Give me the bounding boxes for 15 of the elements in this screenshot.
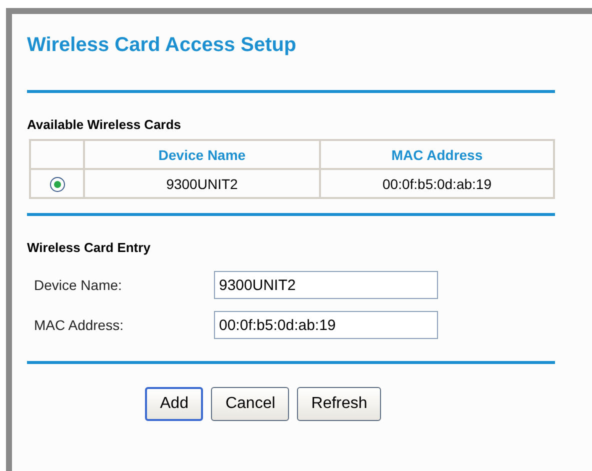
action-button[interactable]: Refresh [297, 387, 382, 421]
field-label: Device Name: [34, 277, 123, 293]
column-header: MAC Address [320, 140, 554, 169]
action-button[interactable]: Add [145, 387, 204, 421]
input-field[interactable]: 00:0f:b5:0d:ab:19 [214, 311, 438, 339]
section-heading: Available Wireless Cards [27, 117, 182, 132]
section-heading: Wireless Card Entry [27, 240, 152, 255]
table-cell: 9300UNIT2 [84, 169, 320, 198]
page-title: Wireless Card Access Setup [27, 34, 298, 58]
action-button[interactable]: Cancel [211, 387, 290, 421]
input-field[interactable]: 9300UNIT2 [214, 271, 438, 299]
table-cell: 00:0f:b5:0d:ab:19 [320, 169, 554, 198]
field-label: MAC Address: [34, 317, 124, 333]
radio-button[interactable] [50, 176, 64, 192]
column-header: Device Name [84, 140, 320, 169]
